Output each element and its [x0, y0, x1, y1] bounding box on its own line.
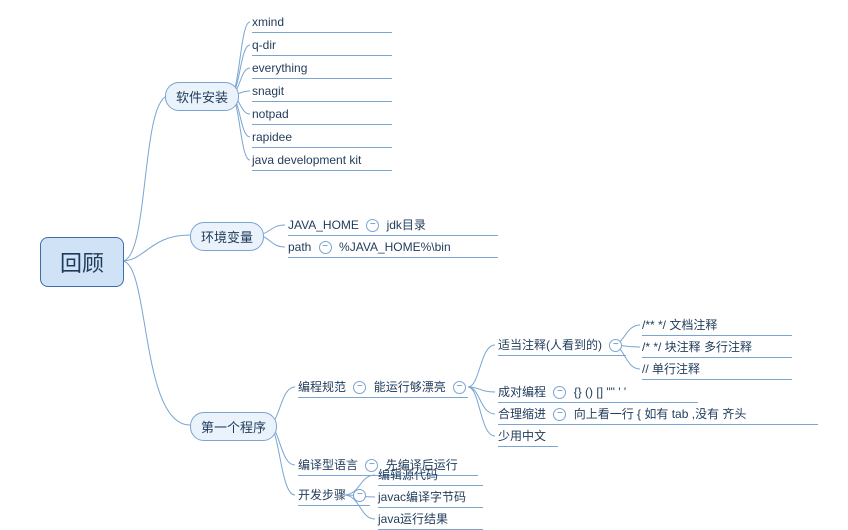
env-key: path	[288, 240, 311, 254]
leaf-line-comment: // 单行注释	[642, 359, 792, 380]
leaf-rapidee: rapidee	[252, 127, 392, 148]
leaf-block-comment: /* */ 块注释 多行注释	[642, 337, 792, 358]
pair-val: {} () [] "" ' '	[574, 385, 626, 399]
collapse-icon[interactable]: −	[353, 489, 366, 502]
leaf-dev-steps: 开发步骤 −	[298, 485, 370, 506]
collapse-icon[interactable]: −	[365, 459, 378, 472]
spec-label: 编程规范	[298, 380, 346, 394]
spec-sub: 能运行够漂亮	[374, 380, 446, 394]
collapse-icon[interactable]: −	[553, 408, 566, 421]
branch-label: 第一个程序	[201, 420, 266, 435]
leaf-doc-comment: /** */ 文档注释	[642, 315, 792, 336]
leaf-xmind: xmind	[252, 12, 392, 33]
env-val: jdk目录	[387, 218, 426, 232]
leaf-step-javac: javac编译字节码	[378, 487, 483, 508]
leaf-path: path − %JAVA_HOME%\bin	[288, 237, 498, 258]
comments-label: 适当注释(人看到的)	[498, 338, 602, 352]
branch-software-install[interactable]: 软件安装	[165, 82, 239, 111]
leaf-comments: 适当注释(人看到的) −	[498, 335, 626, 356]
leaf-snagit: snagit	[252, 81, 392, 102]
pair-label: 成对编程	[498, 385, 546, 399]
leaf-jdk: java development kit	[252, 150, 392, 171]
leaf-qdir: q-dir	[252, 35, 392, 56]
root-node[interactable]: 回顾	[40, 237, 124, 287]
env-key: JAVA_HOME	[288, 218, 359, 232]
leaf-step-edit: 编辑源代码	[378, 465, 483, 486]
collapse-icon[interactable]: −	[553, 386, 566, 399]
compiled-label: 编译型语言	[298, 458, 358, 472]
branch-label: 环境变量	[201, 230, 253, 245]
collapse-icon[interactable]: −	[353, 381, 366, 394]
leaf-indent: 合理缩进 − 向上看一行 { 如有 tab ,没有 齐头	[498, 404, 818, 425]
leaf-java-home: JAVA_HOME − jdk目录	[288, 215, 498, 236]
collapse-icon[interactable]: −	[366, 219, 379, 232]
indent-label: 合理缩进	[498, 407, 546, 421]
leaf-notpad: notpad	[252, 104, 392, 125]
leaf-coding-spec: 编程规范 − 能运行够漂亮 −	[298, 377, 468, 398]
collapse-icon[interactable]: −	[453, 381, 466, 394]
indent-val: 向上看一行 { 如有 tab ,没有 齐头	[574, 407, 747, 421]
branch-label: 软件安装	[176, 90, 228, 105]
branch-first-program[interactable]: 第一个程序	[190, 412, 277, 441]
leaf-less-cn: 少用中文	[498, 426, 558, 447]
collapse-icon[interactable]: −	[319, 241, 332, 254]
steps-label: 开发步骤	[298, 488, 346, 502]
collapse-icon[interactable]: −	[609, 339, 622, 352]
connector-lines	[0, 0, 848, 529]
leaf-pair-programming: 成对编程 − {} () [] "" ' '	[498, 382, 698, 403]
root-label: 回顾	[60, 246, 104, 278]
leaf-everything: everything	[252, 58, 392, 79]
branch-env-vars[interactable]: 环境变量	[190, 222, 264, 251]
leaf-step-java: java运行结果	[378, 509, 483, 530]
env-val: %JAVA_HOME%\bin	[339, 240, 451, 254]
